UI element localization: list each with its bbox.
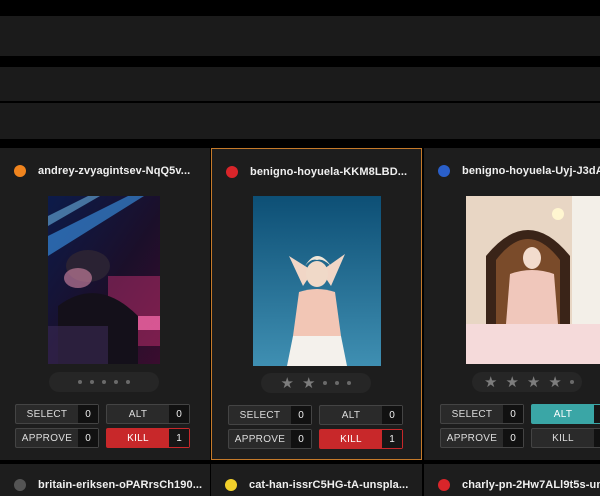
approve-button[interactable]: APPROVE 0 [228,429,312,449]
rating-pip[interactable] [347,381,352,385]
image-filename: britain-eriksen-oPARrsCh190... [38,479,203,491]
rating-pip[interactable] [102,380,106,384]
select-count: 0 [503,405,523,423]
kill-label: KILL [552,432,574,444]
select-label: SELECT [451,408,493,420]
image-filename: charly-pn-2Hw7ALl9t5s-un... [462,479,600,491]
star-icon[interactable]: ★ [302,376,315,391]
fashion-portrait-image [253,196,381,366]
alt-count: 0 [382,406,402,424]
star-icon[interactable]: ★ [505,375,518,390]
kill-label: KILL [340,433,362,445]
alt-count: 0 [594,405,600,423]
image-filename: benigno-hoyuela-Uyj-J3dA... [462,165,600,177]
approve-count: 0 [503,429,523,447]
alt-count: 0 [169,405,189,423]
color-label-dot[interactable] [438,165,450,177]
select-count: 0 [78,405,98,423]
card-header: benigno-hoyuela-Uyj-J3dA... [438,164,600,178]
kill-button[interactable]: KILL [531,428,600,448]
image-card[interactable]: benigno-hoyuela-Uyj-J3dA... ★ ★ ★ ★ SELE… [424,148,600,460]
card-header: britain-eriksen-oPARrsCh190... [14,478,202,492]
approve-button[interactable]: APPROVE 0 [440,428,524,448]
image-card[interactable]: britain-eriksen-oPARrsCh190... [0,464,210,496]
rating-pip[interactable] [78,380,82,384]
approve-label: APPROVE [234,433,286,445]
select-button[interactable]: SELECT 0 [440,404,524,424]
alt-button[interactable]: ALT 0 [531,404,600,424]
neon-portrait-image [48,196,160,364]
kill-count: 1 [382,430,402,448]
star-rating[interactable]: ★ ★ ★ ★ [472,372,582,392]
image-filename: andrey-zvyagintsev-NqQ5v... [38,165,191,177]
kill-button[interactable]: KILL 1 [319,429,403,449]
image-thumbnail[interactable] [466,196,600,364]
image-thumbnail[interactable] [48,196,160,364]
kill-count [594,429,600,447]
image-card[interactable]: charly-pn-2Hw7ALl9t5s-un... [424,464,600,496]
approve-label: APPROVE [446,432,498,444]
star-icon[interactable]: ★ [281,376,294,391]
kill-button[interactable]: KILL 1 [106,428,190,448]
color-label-dot[interactable] [226,166,238,178]
alt-label: ALT [553,408,573,420]
alt-button[interactable]: ALT 0 [319,405,403,425]
select-button[interactable]: SELECT 0 [15,404,99,424]
rating-pip[interactable] [323,381,328,385]
star-rating[interactable] [49,372,159,392]
image-card-selected[interactable]: benigno-hoyuela-KKM8LBD... ★ ★ SELECT 0 … [211,148,422,460]
rating-pip[interactable] [114,380,118,384]
image-filename: cat-han-issrC5HG-tA-unspla... [249,479,409,491]
card-header: charly-pn-2Hw7ALl9t5s-un... [438,478,600,492]
color-label-dot[interactable] [14,479,26,491]
approve-count: 0 [291,430,311,448]
image-filename: benigno-hoyuela-KKM8LBD... [250,166,408,178]
star-icon[interactable]: ★ [484,375,497,390]
card-header: andrey-zvyagintsev-NqQ5v... [14,164,190,178]
card-header: cat-han-issrC5HG-tA-unspla... [225,478,408,492]
rating-pip[interactable] [335,381,340,385]
alt-label: ALT [128,408,148,420]
kill-label: KILL [127,432,149,444]
alt-button[interactable]: ALT 0 [106,404,190,424]
toolbar-band-top [0,16,600,56]
kill-count: 1 [169,429,189,447]
select-label: SELECT [26,408,68,420]
image-thumbnail[interactable] [253,196,381,366]
toolbar-band-middle [0,67,600,101]
approve-button[interactable]: APPROVE 0 [15,428,99,448]
alt-label: ALT [341,409,361,421]
select-button[interactable]: SELECT 0 [228,405,312,425]
select-label: SELECT [239,409,281,421]
card-header: benigno-hoyuela-KKM8LBD... [226,165,407,179]
rating-pip[interactable] [126,380,130,384]
color-label-dot[interactable] [14,165,26,177]
star-icon[interactable]: ★ [527,375,540,390]
star-icon[interactable]: ★ [548,375,561,390]
image-card[interactable]: andrey-zvyagintsev-NqQ5v... SELECT 0 ALT… [0,148,210,460]
approve-count: 0 [78,429,98,447]
select-count: 0 [291,406,311,424]
image-grid: andrey-zvyagintsev-NqQ5v... SELECT 0 ALT… [0,148,600,496]
star-rating[interactable]: ★ ★ [261,373,371,393]
toolbar-band-bottom [0,103,600,139]
image-card[interactable]: cat-han-issrC5HG-tA-unspla... [211,464,422,496]
archway-portrait-image [466,196,600,364]
rating-pip[interactable] [90,380,94,384]
approve-label: APPROVE [21,432,73,444]
color-label-dot[interactable] [438,479,450,491]
rating-pip[interactable] [569,380,574,384]
color-label-dot[interactable] [225,479,237,491]
